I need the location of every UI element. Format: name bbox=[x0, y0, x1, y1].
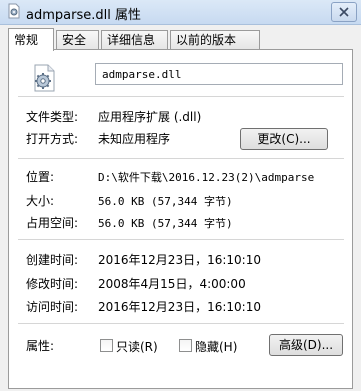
tab-general[interactable]: 常规 bbox=[8, 28, 54, 51]
readonly-checkbox[interactable] bbox=[100, 339, 113, 352]
file-type-label: 文件类型: bbox=[26, 110, 79, 124]
change-button[interactable]: 更改(C)... bbox=[240, 128, 328, 150]
created-value: 2016年12月23日，16:10:10 bbox=[98, 253, 261, 267]
tab-previous-versions[interactable]: 以前的版本 bbox=[170, 30, 260, 49]
size-value: 56.0 KB (57,344 字节) bbox=[98, 195, 233, 208]
modified-value: 2008年4月15日，4:00:00 bbox=[98, 277, 246, 291]
window-title: admparse.dll 属性 bbox=[26, 8, 141, 23]
modified-label: 修改时间: bbox=[26, 277, 79, 291]
location-label: 位置: bbox=[26, 170, 55, 184]
created-label: 创建时间: bbox=[26, 253, 79, 267]
advanced-button[interactable]: 高级(D)... bbox=[269, 334, 343, 356]
dll-file-gear-icon bbox=[34, 64, 55, 92]
size-on-disk-value: 56.0 KB (57,344 字节) bbox=[98, 217, 233, 230]
close-button[interactable] bbox=[331, 2, 357, 22]
hidden-checkbox[interactable] bbox=[179, 339, 192, 352]
filename-field[interactable] bbox=[95, 63, 343, 85]
location-value: D:\软件下载\2016.12.23(2)\admparse bbox=[98, 171, 315, 184]
dll-file-icon bbox=[8, 3, 20, 19]
separator bbox=[18, 239, 344, 240]
size-label: 大小: bbox=[26, 194, 55, 208]
hidden-label[interactable]: 隐藏(H) bbox=[195, 338, 237, 355]
tab-strip: 常规 安全 详细信息 以前的版本 bbox=[8, 28, 353, 51]
tab-details[interactable]: 详细信息 bbox=[101, 30, 168, 49]
separator bbox=[18, 96, 344, 97]
separator bbox=[18, 323, 344, 324]
attributes-label: 属性: bbox=[26, 339, 55, 353]
accessed-value: 2016年12月23日，16:10:10 bbox=[98, 300, 261, 314]
accessed-label: 访问时间: bbox=[26, 300, 79, 314]
opens-with-value: 未知应用程序 bbox=[98, 132, 171, 146]
title-bar[interactable]: admparse.dll 属性 bbox=[0, 0, 361, 25]
close-icon bbox=[339, 7, 349, 17]
opens-with-label: 打开方式: bbox=[26, 132, 79, 146]
readonly-label[interactable]: 只读(R) bbox=[116, 338, 158, 355]
separator bbox=[18, 158, 344, 159]
tab-security[interactable]: 安全 bbox=[56, 30, 99, 49]
file-type-value: 应用程序扩展 (.dll) bbox=[98, 110, 202, 124]
size-on-disk-label: 占用空间: bbox=[26, 216, 79, 230]
